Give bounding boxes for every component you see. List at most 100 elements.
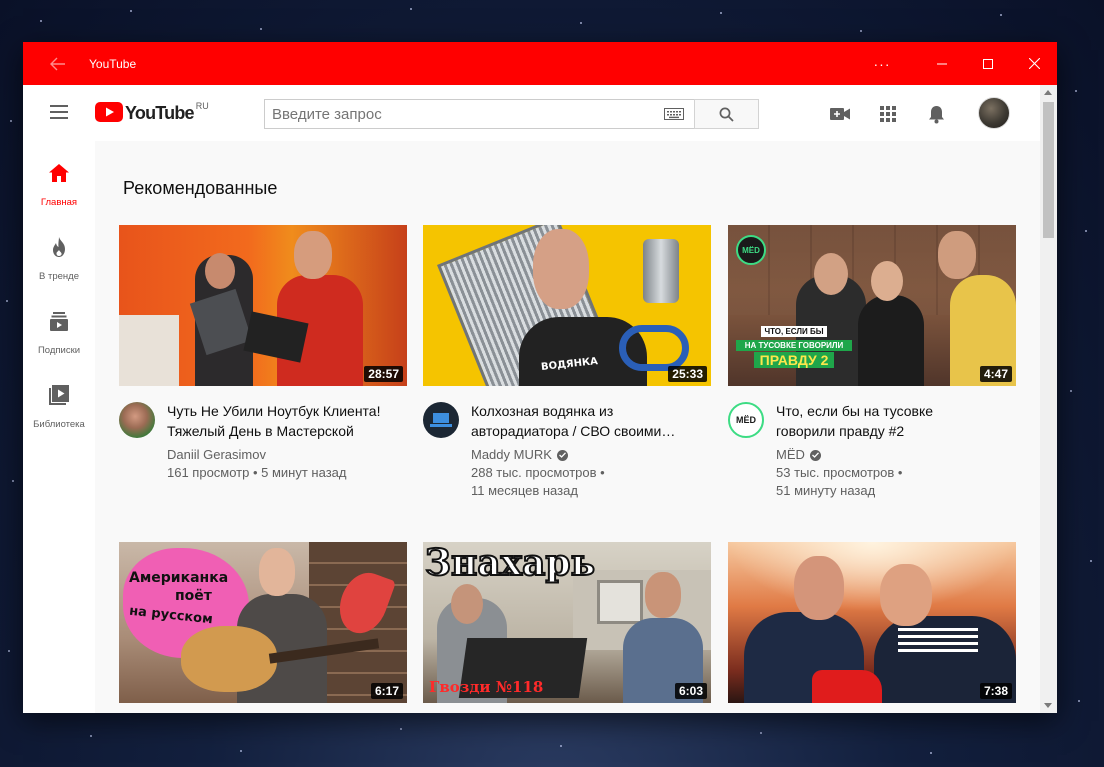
- video-meta: Колхозная водянка из авторадиатора / СВО…: [471, 401, 703, 500]
- search-input[interactable]: [265, 100, 664, 128]
- video-duration: 6:17: [370, 683, 403, 699]
- sidebar-item-label: В тренде: [39, 271, 79, 282]
- back-button[interactable]: [23, 42, 93, 85]
- video-thumbnail[interactable]: Знахарь Гвозди №118 6:03: [423, 542, 711, 703]
- thumbnail-pump: [643, 239, 679, 303]
- thumbnail-face-left: [205, 253, 235, 289]
- page-scrollbar[interactable]: [1040, 85, 1057, 713]
- window-title: YouTube: [89, 56, 137, 71]
- account-avatar[interactable]: [978, 97, 1010, 129]
- video-title[interactable]: Колхозная водянка из авторадиатора / СВО…: [471, 401, 703, 441]
- laptop-logo-icon: [430, 413, 452, 427]
- verified-check-icon: [556, 449, 568, 461]
- thumbnail-face-right: [645, 572, 681, 618]
- close-icon: [1028, 58, 1040, 69]
- back-arrow-icon: [50, 57, 65, 70]
- video-thumbnail[interactable]: Американка поёт на русском 6:17: [119, 542, 407, 703]
- more-options-button[interactable]: ···: [859, 42, 905, 85]
- video-thumbnail[interactable]: ВОДЯНКА 25:33: [423, 225, 711, 386]
- thumbnail-footer-text: Гвозди №118: [429, 678, 544, 696]
- minimize-button[interactable]: [919, 42, 965, 85]
- notifications-button[interactable]: [924, 102, 948, 126]
- thumbnail-caption-line: ЧТО, ЕСЛИ БЫ: [761, 326, 827, 337]
- video-duration: 28:57: [364, 366, 403, 382]
- keyboard-icon[interactable]: [664, 108, 684, 120]
- video-duration: 4:47: [979, 366, 1012, 382]
- channel-avatar-text: MËD: [736, 415, 756, 425]
- channel-avatar[interactable]: [423, 402, 459, 438]
- thumbnail-text-line: поёт: [175, 588, 212, 604]
- video-thumbnail[interactable]: MËD ЧТО, ЕСЛИ БЫ НА ТУСОВКЕ ГОВОРИЛИ ПРА…: [728, 225, 1016, 386]
- scroll-up-arrow-icon[interactable]: [1044, 90, 1052, 95]
- video-meta: Чуть Не Убили Ноутбук Клиента! Тяжелый Д…: [167, 401, 399, 482]
- video-title-line: Что, если бы на тусовке: [776, 403, 934, 419]
- thumbnail-med-badge-text: MËD: [742, 245, 760, 255]
- thumbnail-person-face: [533, 229, 589, 309]
- video-duration: 6:03: [674, 683, 707, 699]
- video-thumbnail[interactable]: 7:38: [728, 542, 1016, 703]
- thumbnail-title-text: Знахарь: [424, 542, 596, 585]
- sidebar-item-subscriptions[interactable]: Подписки: [23, 311, 95, 385]
- channel-name[interactable]: Maddy MURK: [471, 446, 703, 464]
- masthead: YouTube RU: [23, 85, 1040, 141]
- thumbnail-face-3: [938, 231, 976, 279]
- subscriptions-icon: [49, 311, 69, 331]
- fire-icon: [49, 237, 69, 257]
- thumbnail-face-2: [871, 261, 903, 301]
- channel-name-text: MЁD: [776, 447, 805, 462]
- search-button[interactable]: [694, 99, 759, 129]
- channel-name[interactable]: Daniil Gerasimov: [167, 446, 399, 464]
- title-bar: YouTube ···: [23, 42, 1057, 85]
- video-title-line: авторадиатора / СВО своими…: [471, 423, 676, 439]
- sidebar-item-label: Подписки: [37, 345, 81, 356]
- thumbnail-text-line: Американка: [129, 570, 229, 586]
- channel-avatar[interactable]: [119, 402, 155, 438]
- video-thumbnail[interactable]: 28:57: [119, 225, 407, 386]
- video-stats: 51 минуту назад: [776, 483, 876, 498]
- video-title-line: Тяжелый День в Мастерской: [167, 423, 354, 439]
- thumbnail-monitor: [597, 580, 643, 624]
- video-title-line: Чуть Не Убили Ноутбук Клиента!: [167, 403, 381, 419]
- scrollbar-thumb[interactable]: [1043, 102, 1054, 238]
- thumbnail-face-right: [294, 231, 332, 279]
- apps-button[interactable]: [876, 102, 900, 126]
- video-camera-plus-icon: [830, 108, 850, 120]
- thumbnail-face-right: [880, 564, 932, 626]
- video-title[interactable]: Что, если бы на тусовке говорили правду …: [776, 401, 1008, 441]
- video-duration: 7:38: [979, 683, 1012, 699]
- channel-name-text: Daniil Gerasimov: [167, 447, 266, 462]
- thumbnail-sailor-collar: [898, 628, 978, 654]
- thumbnail-stage-glow: [728, 542, 1016, 612]
- video-title-line: Колхозная водянка из: [471, 403, 614, 419]
- channel-name[interactable]: MЁD: [776, 446, 1008, 464]
- search-icon: [719, 107, 734, 122]
- logo-wordmark: YouTube: [125, 103, 195, 123]
- home-icon: [49, 163, 69, 183]
- app-window: YouTube ··· YouTube RU Введите запрос Гл…: [23, 42, 1057, 713]
- bell-icon: [928, 105, 944, 123]
- create-video-button[interactable]: [828, 102, 852, 126]
- thumbnail-face-left: [794, 556, 844, 620]
- sidebar-item-home[interactable]: Главная: [23, 163, 95, 237]
- verified-check-icon: [809, 449, 821, 461]
- menu-icon[interactable]: [50, 105, 68, 119]
- channel-name-text: Maddy MURK: [471, 447, 552, 462]
- sidebar-item-trending[interactable]: В тренде: [23, 237, 95, 311]
- thumbnail-face: [259, 548, 295, 596]
- maximize-button[interactable]: [965, 42, 1011, 85]
- video-stats: 161 просмотр • 5 минут назад: [167, 465, 347, 480]
- main-content: Рекомендованные 28:57 Чуть Не Убили Ноут…: [95, 141, 1040, 713]
- video-title[interactable]: Чуть Не Убили Ноутбук Клиента! Тяжелый Д…: [167, 401, 399, 441]
- sidebar-item-label: Библиотека: [33, 419, 85, 430]
- youtube-logo[interactable]: YouTube RU: [95, 101, 209, 124]
- scroll-down-arrow-icon[interactable]: [1044, 703, 1052, 708]
- video-meta: Что, если бы на тусовке говорили правду …: [776, 401, 1008, 500]
- close-button[interactable]: [1011, 42, 1057, 85]
- section-title: Рекомендованные: [123, 178, 278, 198]
- thumbnail-hose: [619, 325, 689, 371]
- search-box: [264, 99, 695, 129]
- channel-avatar[interactable]: MËD: [728, 402, 764, 438]
- thumbnail-med-badge: MËD: [736, 235, 766, 265]
- thumbnail-face-1: [814, 253, 848, 295]
- sidebar-item-library[interactable]: Библиотека: [23, 385, 95, 459]
